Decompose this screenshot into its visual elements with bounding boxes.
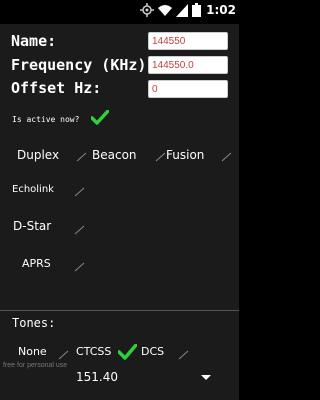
tone-ctcss-label: CTCSS <box>76 345 112 358</box>
echolink-button[interactable]: Echolink <box>8 180 92 202</box>
signal-icon <box>176 4 188 17</box>
tones-label: Tones: <box>12 316 56 330</box>
wifi-icon <box>158 5 172 16</box>
offset-label: Offset Hz: <box>11 79 102 97</box>
aprs-button[interactable]: APRS <box>16 253 92 277</box>
status-bar: 1:02 <box>0 0 239 20</box>
toggle-indicator-icon <box>74 262 85 272</box>
toggle-indicator-icon <box>221 152 232 162</box>
battery-icon <box>192 3 201 17</box>
beacon-button[interactable]: Beacon <box>88 144 166 168</box>
name-input[interactable]: 144550 <box>148 32 228 50</box>
active-label: Is active now? <box>12 115 80 124</box>
name-label: Name: <box>11 32 57 50</box>
aprs-label: APRS <box>22 257 51 270</box>
toggle-indicator-icon <box>58 350 69 360</box>
tone-none-label: None <box>18 345 47 358</box>
toggle-indicator-icon <box>74 187 85 197</box>
section-divider <box>0 310 239 311</box>
tone-value: 151.40 <box>76 370 118 384</box>
toggle-indicator-icon <box>178 350 189 360</box>
duplex-label: Duplex <box>17 148 60 162</box>
echolink-label: Echolink <box>12 184 54 195</box>
sync-icon <box>140 3 154 17</box>
fusion-button[interactable]: Fusion <box>162 144 239 168</box>
dropdown-arrow-icon <box>201 375 211 380</box>
frequency-label: Frequency (KHz) <box>11 56 147 74</box>
check-icon <box>91 110 109 125</box>
duplex-button[interactable]: Duplex <box>12 144 87 168</box>
check-icon <box>118 344 137 360</box>
frequency-input[interactable]: 144550.0 <box>148 56 228 74</box>
watermark-text: free for personal use <box>3 362 68 369</box>
toggle-indicator-icon <box>74 225 85 235</box>
offset-input[interactable]: 0 <box>148 80 228 98</box>
tone-dcs-label: DCS <box>141 345 165 358</box>
fusion-label: Fusion <box>166 148 205 162</box>
status-time: 1:02 <box>206 3 236 17</box>
dstar-button[interactable]: D-Star <box>8 216 92 240</box>
dstar-label: D-Star <box>13 219 52 233</box>
beacon-label: Beacon <box>92 148 137 162</box>
app-content: Name: 144550 Frequency (KHz) 144550.0 Of… <box>0 24 239 400</box>
